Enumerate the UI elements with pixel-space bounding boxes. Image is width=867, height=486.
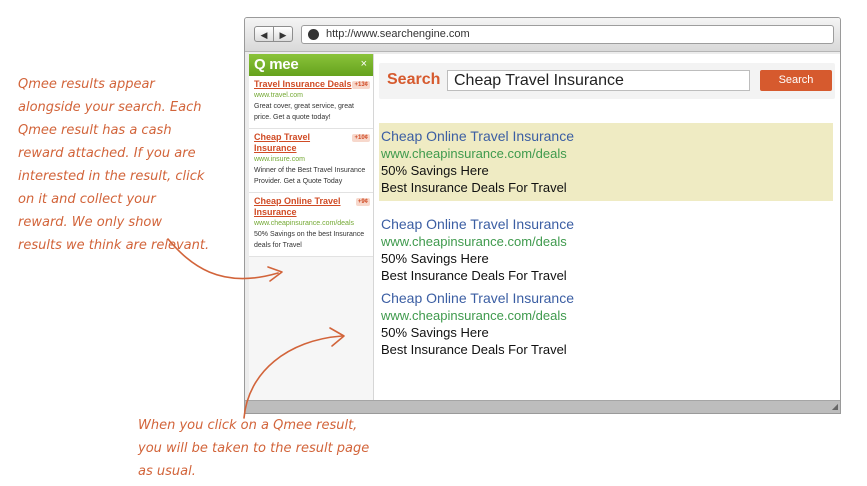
qmee-result-description: Great cover, great service, great price.… (254, 103, 354, 121)
annotation-line: alongside your search. Each (18, 100, 202, 115)
result-url: www.cheapinsurance.com/deals (381, 234, 567, 249)
result-url: www.cheapinsurance.com/deals (381, 308, 567, 323)
reward-badge: +10¢ (352, 134, 370, 142)
qmee-result-url: www.insure.com (254, 156, 305, 163)
result-snippet: Best Insurance Deals For Travel (381, 342, 567, 357)
annotation-line: Qmee result has a cash (18, 123, 172, 138)
reward-badge: +13¢ (352, 81, 370, 89)
qmee-result-url: www.travel.com (254, 92, 304, 99)
annotation-click-behavior: When you click on a Qmee result, you wil… (138, 414, 388, 483)
search-label: Search (387, 71, 441, 88)
globe-icon (308, 29, 319, 40)
qmee-result-title[interactable]: Travel Insurance Deals (254, 79, 352, 90)
qmee-result-description: Winner of the Best Travel Insurance Prov… (254, 167, 366, 185)
result-snippet: Best Insurance Deals For Travel (381, 180, 567, 195)
search-result[interactable]: Cheap Online Travel Insurance www.cheapi… (379, 285, 833, 363)
resize-grip-icon[interactable]: ◢ (832, 402, 838, 412)
annotation-arrow-to-sidebar (167, 238, 283, 282)
back-arrow-icon[interactable]: ◀ (254, 26, 274, 42)
result-url: www.cheapinsurance.com/deals (381, 146, 567, 161)
address-bar[interactable]: http://www.searchengine.com (301, 25, 834, 44)
qmee-logo: Q mee (254, 56, 299, 73)
qmee-result-title[interactable]: Cheap Online Travel Insurance (254, 196, 352, 218)
annotation-line: Qmee results appear (18, 77, 155, 92)
address-url[interactable]: http://www.searchengine.com (326, 27, 470, 42)
result-snippet: 50% Savings Here (381, 251, 489, 266)
result-title[interactable]: Cheap Online Travel Insurance (381, 128, 833, 145)
annotation-line: on it and collect your (18, 192, 156, 207)
result-title[interactable]: Cheap Online Travel Insurance (381, 290, 833, 307)
result-snippet: 50% Savings Here (381, 325, 489, 340)
search-input[interactable] (447, 70, 750, 91)
qmee-result-url: www.cheapinsurance.com/deals (254, 220, 354, 227)
annotation-arrow-to-results (243, 327, 345, 419)
search-bar: Search Search (379, 63, 835, 99)
annotation-line: you will be taken to the result page (138, 441, 370, 456)
result-title[interactable]: Cheap Online Travel Insurance (381, 216, 833, 233)
search-result-sponsored[interactable]: Cheap Online Travel Insurance www.cheapi… (379, 123, 833, 201)
qmee-result[interactable]: Cheap Travel Insurance +10¢ www.insure.c… (249, 129, 373, 193)
result-snippet: 50% Savings Here (381, 163, 489, 178)
browser-toolbar: ◀ ▶ http://www.searchengine.com (245, 18, 840, 52)
result-snippet: Best Insurance Deals For Travel (381, 268, 567, 283)
annotation-qmee-results: Qmee results appear alongside your searc… (18, 73, 228, 257)
annotation-line: reward attached. If you are (18, 146, 196, 161)
annotation-line: reward. We only show (18, 215, 163, 230)
forward-arrow-icon[interactable]: ▶ (273, 26, 293, 42)
search-page: Search Search Cheap Online Travel Insura… (374, 54, 840, 400)
close-icon[interactable]: × (361, 57, 367, 71)
reward-badge: +9¢ (355, 198, 370, 206)
annotation-line: as usual. (138, 464, 196, 479)
search-button[interactable]: Search (760, 70, 832, 91)
search-result[interactable]: Cheap Online Travel Insurance www.cheapi… (379, 211, 833, 289)
qmee-header: Q mee × (249, 54, 373, 76)
annotation-line: interested in the result, click (18, 169, 205, 184)
qmee-result-title[interactable]: Cheap Travel Insurance (254, 132, 352, 154)
qmee-result[interactable]: Travel Insurance Deals +13¢ www.travel.c… (249, 76, 373, 129)
